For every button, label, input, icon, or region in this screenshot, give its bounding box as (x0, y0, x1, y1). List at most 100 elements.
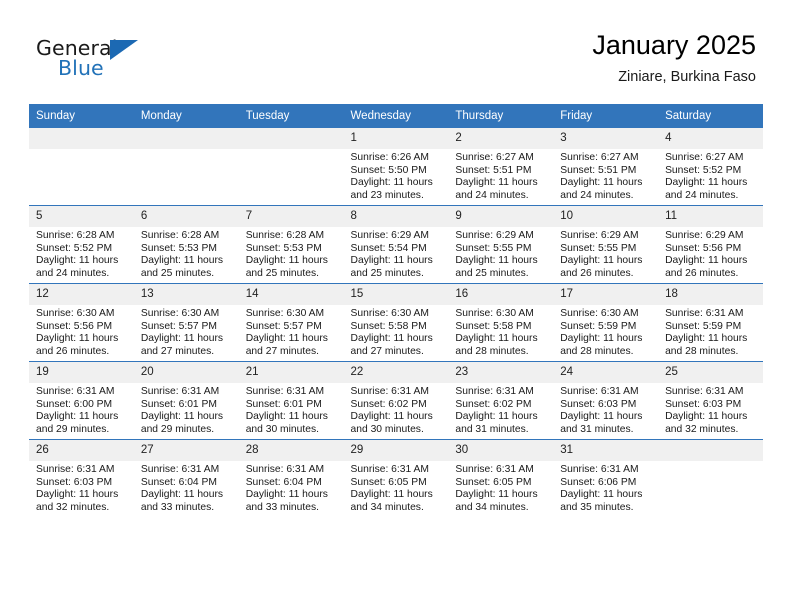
calendar-day-cell[interactable]: 19 Sunrise: 6:31 AM Sunset: 6:00 PM Dayligh… (29, 361, 134, 440)
sunrise-text: Sunrise: 6:31 AM (665, 308, 744, 319)
calendar-day-cell[interactable]: 5 Sunrise: 6:28 AM Sunset: 5:52 PM Daylight… (29, 205, 134, 284)
calendar-day-cell[interactable]: 8 Sunrise: 6:29 AM Sunset: 5:54 PM Daylight… (343, 205, 449, 284)
sunset-text: Sunset: 5:53 PM (245, 242, 322, 254)
calendar-day-cell[interactable]: 12 Sunrise: 6:30 AM Sunset: 5:56 PM Dayligh… (29, 283, 134, 362)
sunset-text: Sunset: 6:02 PM (350, 398, 427, 410)
calendar-day-cell[interactable]: 21 Sunrise: 6:31 AM Sunset: 6:01 PM Dayligh… (238, 361, 344, 440)
calendar-day-cell[interactable]: 3 Sunrise: 6:27 AM Sunset: 5:51 PM Daylight… (553, 127, 659, 206)
daylight-text-line1: Daylight: 11 hours (665, 411, 748, 423)
daylight-text-line1: Daylight: 11 hours (560, 333, 643, 345)
daylight-text-line2: and 28 minutes. (665, 345, 739, 357)
day-details: Sunrise: 6:31 AM Sunset: 6:05 PM Daylight:… (448, 461, 553, 514)
brand-triangle-icon (110, 40, 138, 60)
calendar-day-cell[interactable]: 14 Sunrise: 6:30 AM Sunset: 5:57 PM Dayligh… (238, 283, 344, 362)
calendar-day-cell[interactable]: 7 Sunrise: 6:28 AM Sunset: 5:53 PM Daylight… (238, 205, 344, 284)
daylight-text-line1: Daylight: 11 hours (350, 255, 433, 267)
day-number: 23 (448, 362, 554, 383)
calendar-week-row: 1 Sunrise: 6:26 AM Sunset: 5:50 PM Daylight… (29, 127, 763, 206)
sunrise-text: Sunrise: 6:31 AM (665, 386, 744, 397)
sunrise-text: Sunrise: 6:30 AM (455, 308, 534, 319)
day-details: Sunrise: 6:31 AM Sunset: 6:06 PM Daylight:… (553, 461, 658, 514)
calendar-day-cell[interactable]: 26 Sunrise: 6:31 AM Sunset: 6:03 PM Dayligh… (29, 439, 134, 517)
calendar-day-cell[interactable]: 13 Sunrise: 6:30 AM Sunset: 5:57 PM Dayligh… (133, 283, 239, 362)
daylight-text-line1: Daylight: 11 hours (560, 411, 643, 423)
calendar-grid: Sunday Monday Tuesday Wednesday Thursday… (29, 104, 763, 517)
calendar-day-cell[interactable]: 11 Sunrise: 6:29 AM Sunset: 5:56 PM Dayligh… (658, 205, 763, 284)
daylight-text-line1: Daylight: 11 hours (455, 411, 538, 423)
calendar-day-cell[interactable]: 31 Sunrise: 6:31 AM Sunset: 6:06 PM Dayligh… (553, 439, 659, 517)
day-details: Sunrise: 6:28 AM Sunset: 5:53 PM Daylight:… (239, 227, 344, 280)
sunset-text: Sunset: 6:03 PM (36, 476, 113, 488)
calendar-day-cell[interactable]: 20 Sunrise: 6:31 AM Sunset: 6:01 PM Dayligh… (133, 361, 239, 440)
calendar-day-cell[interactable]: 1 Sunrise: 6:26 AM Sunset: 5:50 PM Daylight… (343, 127, 449, 206)
day-number (133, 128, 239, 149)
sunrise-text: Sunrise: 6:31 AM (455, 464, 534, 475)
calendar-day-cell[interactable]: 29 Sunrise: 6:31 AM Sunset: 6:05 PM Dayligh… (343, 439, 449, 517)
calendar-day-cell[interactable]: 25 Sunrise: 6:31 AM Sunset: 6:03 PM Dayligh… (658, 361, 763, 440)
day-number: 26 (29, 440, 134, 461)
calendar-day-cell[interactable]: 24 Sunrise: 6:31 AM Sunset: 6:03 PM Dayligh… (553, 361, 659, 440)
sunrise-text: Sunrise: 6:31 AM (350, 464, 429, 475)
calendar-day-cell[interactable]: 22 Sunrise: 6:31 AM Sunset: 6:02 PM Dayligh… (343, 361, 449, 440)
sunset-text: Sunset: 5:51 PM (455, 164, 532, 176)
calendar-day-cell[interactable]: 9 Sunrise: 6:29 AM Sunset: 5:55 PM Daylight… (448, 205, 554, 284)
calendar-day-cell[interactable]: 4 Sunrise: 6:27 AM Sunset: 5:52 PM Daylight… (658, 127, 763, 206)
sunset-text: Sunset: 5:51 PM (560, 164, 637, 176)
day-number: 9 (448, 206, 554, 227)
day-number: 3 (553, 128, 659, 149)
calendar-day-cell[interactable]: 15 Sunrise: 6:30 AM Sunset: 5:58 PM Dayligh… (343, 283, 449, 362)
day-details: Sunrise: 6:28 AM Sunset: 5:53 PM Daylight:… (134, 227, 239, 280)
sunrise-text: Sunrise: 6:26 AM (350, 152, 429, 163)
daylight-text-line1: Daylight: 11 hours (665, 333, 748, 345)
title-block: January 2025 Ziniare, Burkina Faso (592, 28, 756, 87)
brand-logo[interactable]: General Blue (36, 36, 166, 84)
calendar-day-cell-empty (133, 127, 239, 206)
day-details: Sunrise: 6:31 AM Sunset: 6:05 PM Daylight:… (344, 461, 449, 514)
calendar-day-cell[interactable]: 30 Sunrise: 6:31 AM Sunset: 6:05 PM Dayligh… (448, 439, 554, 517)
sunset-text: Sunset: 5:50 PM (350, 164, 427, 176)
day-number: 1 (343, 128, 449, 149)
daylight-text-line1: Daylight: 11 hours (36, 255, 119, 267)
day-details: Sunrise: 6:31 AM Sunset: 6:02 PM Daylight:… (344, 383, 449, 436)
daylight-text-line2: and 24 minutes. (560, 189, 634, 201)
sunset-text: Sunset: 5:58 PM (455, 320, 532, 332)
calendar-day-cell-empty (658, 439, 763, 517)
daylight-text-line2: and 25 minutes. (245, 267, 319, 279)
calendar-day-cell[interactable]: 27 Sunrise: 6:31 AM Sunset: 6:04 PM Dayligh… (133, 439, 239, 517)
calendar-day-cell[interactable]: 17 Sunrise: 6:30 AM Sunset: 5:59 PM Dayligh… (553, 283, 659, 362)
daylight-text-line1: Daylight: 11 hours (350, 177, 433, 189)
daylight-text-line1: Daylight: 11 hours (560, 177, 643, 189)
daylight-text-line2: and 24 minutes. (665, 189, 739, 201)
calendar-day-cell[interactable]: 23 Sunrise: 6:31 AM Sunset: 6:02 PM Dayligh… (448, 361, 554, 440)
daylight-text-line2: and 32 minutes. (36, 501, 110, 513)
day-details: Sunrise: 6:27 AM Sunset: 5:52 PM Daylight:… (658, 149, 763, 202)
sunset-text: Sunset: 6:04 PM (245, 476, 322, 488)
day-details: Sunrise: 6:27 AM Sunset: 5:51 PM Daylight:… (448, 149, 553, 202)
calendar-day-cell[interactable]: 2 Sunrise: 6:27 AM Sunset: 5:51 PM Daylight… (448, 127, 554, 206)
day-number: 10 (553, 206, 659, 227)
day-details: Sunrise: 6:29 AM Sunset: 5:56 PM Daylight:… (658, 227, 763, 280)
calendar-day-cell[interactable]: 18 Sunrise: 6:31 AM Sunset: 5:59 PM Dayligh… (658, 283, 763, 362)
calendar-day-cell[interactable]: 16 Sunrise: 6:30 AM Sunset: 5:58 PM Dayligh… (448, 283, 554, 362)
daylight-text-line1: Daylight: 11 hours (36, 333, 119, 345)
day-number: 5 (29, 206, 134, 227)
sunset-text: Sunset: 6:03 PM (665, 398, 742, 410)
calendar-day-cell[interactable]: 28 Sunrise: 6:31 AM Sunset: 6:04 PM Dayligh… (238, 439, 344, 517)
weekday-header-saturday: Saturday (658, 104, 763, 128)
calendar-day-cell[interactable]: 6 Sunrise: 6:28 AM Sunset: 5:53 PM Daylight… (133, 205, 239, 284)
day-details: Sunrise: 6:31 AM Sunset: 6:04 PM Daylight:… (134, 461, 239, 514)
calendar-day-cell[interactable]: 10 Sunrise: 6:29 AM Sunset: 5:55 PM Dayligh… (553, 205, 659, 284)
daylight-text-line2: and 33 minutes. (140, 501, 215, 513)
daylight-text-line2: and 32 minutes. (665, 423, 739, 435)
daylight-text-line2: and 34 minutes. (455, 501, 529, 513)
sunrise-text: Sunrise: 6:29 AM (455, 230, 534, 241)
daylight-text-line1: Daylight: 11 hours (455, 333, 538, 345)
day-details: Sunrise: 6:27 AM Sunset: 5:51 PM Daylight:… (553, 149, 658, 202)
sunrise-text: Sunrise: 6:29 AM (350, 230, 429, 241)
day-details: Sunrise: 6:26 AM Sunset: 5:50 PM Daylight:… (344, 149, 449, 202)
sunrise-text: Sunrise: 6:31 AM (36, 464, 115, 475)
calendar-day-cell-empty (238, 127, 344, 206)
daylight-text-line1: Daylight: 11 hours (140, 255, 224, 267)
day-details: Sunrise: 6:29 AM Sunset: 5:55 PM Daylight:… (553, 227, 658, 280)
daylight-text-line2: and 34 minutes. (350, 501, 424, 513)
